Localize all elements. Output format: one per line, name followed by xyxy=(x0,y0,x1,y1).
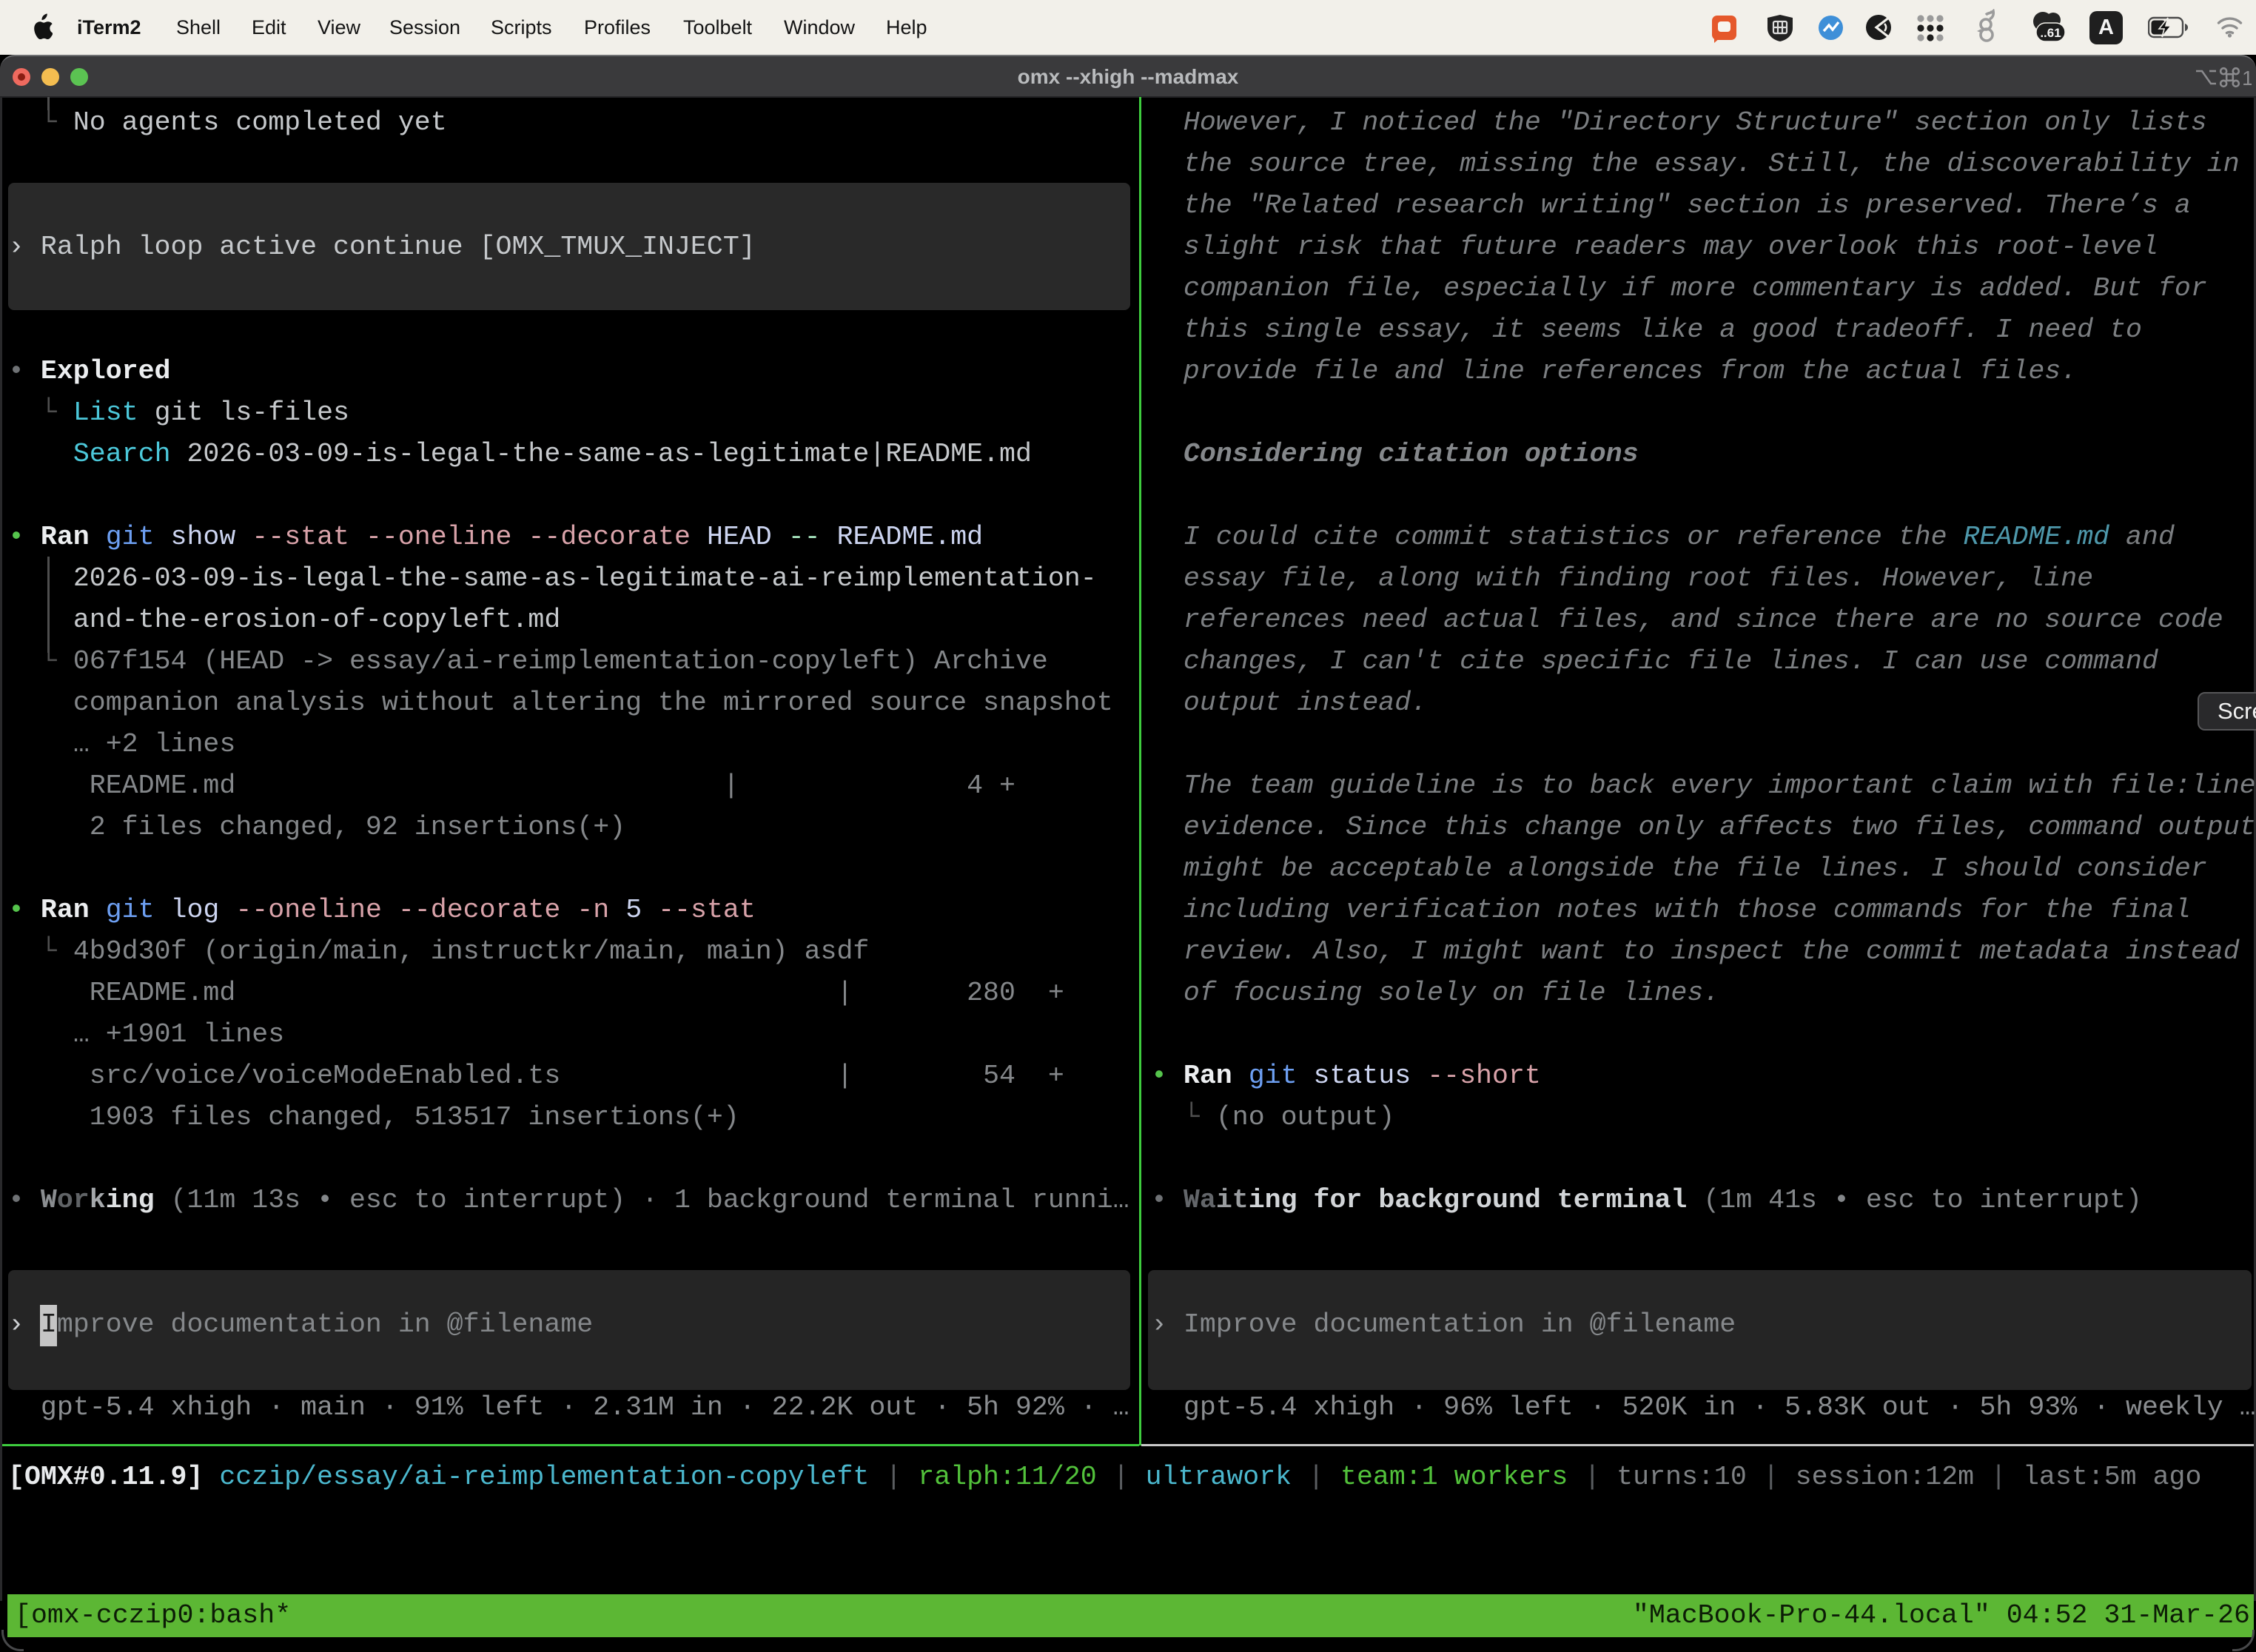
svg-text:1: 1 xyxy=(2242,67,2252,89)
svg-text:..61: ..61 xyxy=(2040,26,2061,40)
